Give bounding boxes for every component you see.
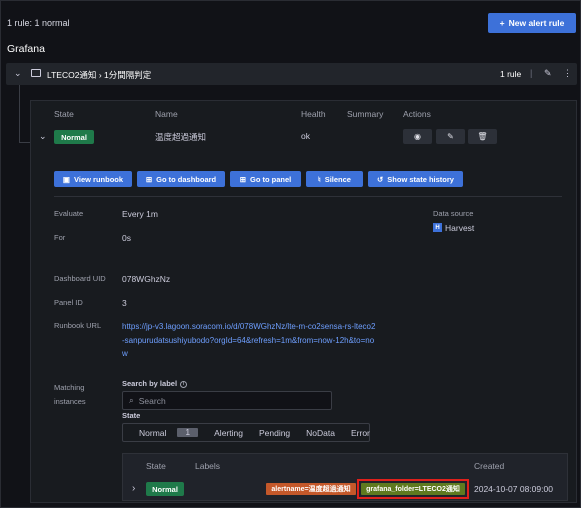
- rule-health: ok: [301, 131, 310, 141]
- book-icon: ▣: [62, 174, 71, 184]
- panel-id-label: Panel ID: [54, 298, 83, 307]
- apps-icon: ⊞: [145, 174, 153, 184]
- plus-icon: +: [499, 18, 505, 28]
- filter-error[interactable]: Error: [343, 428, 378, 438]
- search-icon: ⌕: [129, 395, 134, 405]
- chevron-down-icon[interactable]: ⌄: [14, 68, 22, 79]
- section-title: Grafana: [7, 43, 45, 55]
- dashboard-uid-value: 078WGhzNz: [122, 274, 171, 284]
- silence-button[interactable]: ♮ Silence: [306, 171, 363, 187]
- divider: |: [530, 68, 533, 78]
- evaluate-value: Every 1m: [122, 209, 158, 219]
- data-source-value: Harvest: [445, 223, 475, 233]
- folder-row[interactable]: ⌄ LTECO2通知 › 1分間隔判定 1 rule | ✎ ⋮: [6, 63, 577, 85]
- chevron-down-icon[interactable]: ⌄: [39, 131, 47, 142]
- instance-header-state: State: [146, 461, 166, 471]
- normal-count-badge: 1: [177, 428, 199, 437]
- filter-normal-label: Normal: [139, 427, 167, 438]
- show-state-history-button[interactable]: ↺ Show state history: [368, 171, 463, 187]
- view-runbook-label: View runbook: [74, 174, 124, 184]
- dashboard-uid-label: Dashboard UID: [54, 274, 106, 283]
- column-header-summary: Summary: [347, 109, 384, 119]
- folder-icon: [31, 69, 41, 77]
- data-source-label: Data source: [433, 209, 474, 218]
- silence-label: Silence: [324, 174, 351, 184]
- instance-created: 2024-10-07 08:09:00: [474, 484, 553, 494]
- filter-alerting[interactable]: Alerting: [206, 428, 251, 438]
- evaluate-label: Evaluate: [54, 209, 84, 218]
- info-icon[interactable]: i: [180, 380, 188, 388]
- bell-slash-icon: ♮: [318, 174, 321, 184]
- highlight-box: [357, 479, 469, 499]
- column-header-name: Name: [155, 109, 178, 119]
- for-label: For: [54, 233, 66, 242]
- folder-name: LTECO2通知: [47, 70, 97, 80]
- matching-instances-label: Matching instances: [54, 383, 86, 406]
- for-value: 0s: [122, 233, 131, 243]
- edit-icon[interactable]: ✎: [544, 68, 552, 79]
- instance-header-created: Created: [474, 461, 505, 471]
- column-header-actions: Actions: [403, 109, 431, 119]
- pencil-icon: ✎: [447, 132, 454, 141]
- filter-nodata[interactable]: NoData: [298, 428, 343, 438]
- apps-icon: ⊞: [239, 174, 247, 184]
- instance-header-labels: Labels: [195, 461, 221, 471]
- rule-count-label: 1 rule:: [7, 18, 33, 28]
- column-header-health: Health: [301, 109, 326, 119]
- search-input[interactable]: ⌕ Search: [122, 391, 332, 410]
- search-by-label-text: Search by label: [122, 379, 178, 388]
- edit-button[interactable]: ✎: [436, 129, 465, 144]
- eye-icon: ◉: [414, 132, 421, 141]
- group-name: 1分間隔判定: [104, 70, 152, 80]
- trash-icon: 🗑: [477, 132, 488, 141]
- state-filter-label: State: [122, 411, 141, 420]
- more-icon[interactable]: ⋮: [563, 68, 572, 79]
- search-placeholder: Search: [138, 395, 166, 406]
- chevron-right-icon[interactable]: ›: [132, 483, 135, 494]
- rule-summary: 1 rule: 1 normal: [7, 18, 70, 28]
- rule-panel: [30, 100, 577, 503]
- column-header-state: State: [54, 109, 74, 119]
- label-alertname: alertname=温度超過通知: [266, 483, 356, 495]
- runbook-url-label: Runbook URL: [54, 321, 102, 330]
- datasource-icon: H: [433, 223, 442, 232]
- show-state-history-label: Show state history: [387, 174, 454, 184]
- instance-state-badge: Normal: [146, 482, 184, 496]
- go-to-dashboard-button[interactable]: ⊞ Go to dashboard: [137, 171, 225, 187]
- folder-rule-count: 1 rule: [500, 69, 522, 79]
- tree-line: [19, 85, 20, 143]
- view-runbook-button[interactable]: ▣ View runbook: [54, 171, 132, 187]
- filter-pending[interactable]: Pending: [251, 428, 298, 438]
- divider: [54, 196, 562, 197]
- state-filter: Normal 1 Alerting Pending NoData Error: [122, 423, 370, 442]
- delete-button[interactable]: 🗑: [468, 129, 497, 144]
- go-to-panel-button[interactable]: ⊞ Go to panel: [230, 171, 301, 187]
- go-to-dashboard-label: Go to dashboard: [156, 174, 217, 184]
- new-alert-rule-button[interactable]: + New alert rule: [488, 13, 576, 33]
- view-button[interactable]: ◉: [403, 129, 432, 144]
- filter-normal[interactable]: Normal 1: [123, 428, 206, 438]
- rule-name: 温度超過通知: [155, 132, 207, 142]
- runbook-url-link[interactable]: https://jp-v3.lagoon.soracom.io/d/078WGh…: [122, 320, 377, 361]
- history-icon: ↺: [377, 174, 384, 184]
- rule-count-value: 1 normal: [34, 18, 70, 28]
- new-alert-rule-label: New alert rule: [508, 18, 565, 28]
- search-by-label-title: Search by label i: [122, 379, 188, 388]
- folder-title: LTECO2通知 › 1分間隔判定: [47, 69, 151, 81]
- state-badge: Normal: [54, 130, 94, 144]
- go-to-panel-label: Go to panel: [250, 174, 292, 184]
- panel-id-value: 3: [122, 298, 127, 308]
